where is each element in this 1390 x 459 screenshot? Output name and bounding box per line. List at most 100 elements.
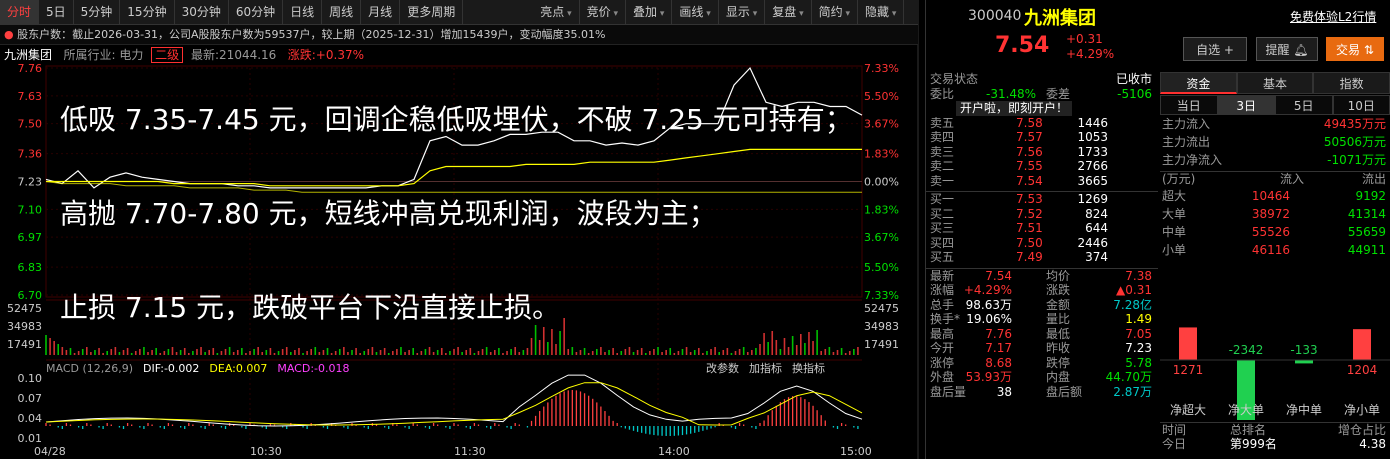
tool-menu-5[interactable]: 复盘 ▾ xyxy=(765,0,812,24)
ask-volume: 1733 xyxy=(1077,144,1108,159)
bid-price: 7.50 xyxy=(1016,235,1043,250)
ask-row: 卖四 7.57 1053 xyxy=(926,130,1158,145)
fund-row: 主力净流入 -1071万元 xyxy=(1160,153,1390,171)
main-out-value: 50506万元 xyxy=(1323,135,1386,149)
bid-volume: 1269 xyxy=(1077,192,1108,206)
stat-value: 19.06% xyxy=(966,312,1012,326)
price-tick-left: 6.83 xyxy=(18,261,43,274)
trade-button[interactable]: 交易 ⇅ xyxy=(1326,37,1384,61)
tool-menu-1[interactable]: 竞价 ▾ xyxy=(580,0,627,24)
stat-label: 均价 xyxy=(1046,268,1071,283)
time-col-label: 时间 xyxy=(1162,423,1187,437)
time-tick: 10:30 xyxy=(250,445,282,458)
period-tab-0[interactable]: 分时 xyxy=(0,0,40,24)
info-tab-0[interactable]: 资金 xyxy=(1160,72,1237,94)
chevron-down-icon: ▾ xyxy=(842,9,851,19)
chevron-down-icon: ▾ xyxy=(610,9,619,19)
notice-bar[interactable]: ● 股东户数：截止2026-03-31，公司A股股东户数为59537户，较上期（… xyxy=(0,25,918,45)
add-indicator-button[interactable]: 加指标 xyxy=(749,360,782,378)
alert-button[interactable]: 提醒 🔔︎ xyxy=(1256,37,1318,61)
day-tab-2[interactable]: 5日 xyxy=(1275,95,1333,115)
stat-value: 7.17 xyxy=(985,341,1012,355)
period-tab-3[interactable]: 15分钟 xyxy=(120,0,175,24)
net-flow-value: 1204 xyxy=(1347,363,1378,377)
tool-menu-4[interactable]: 显示 ▾ xyxy=(719,0,766,24)
ask-label: 卖四 xyxy=(930,130,955,144)
price-tick-left: 7.36 xyxy=(18,148,43,161)
chevron-down-icon: ▾ xyxy=(703,9,711,19)
level-badge[interactable]: 二级 xyxy=(151,47,184,63)
diff-label: 委差 xyxy=(1046,86,1071,101)
period-tab-1[interactable]: 5日 xyxy=(39,0,74,24)
swap-arrows-icon: ⇅ xyxy=(1363,43,1374,57)
net-flow-label: 净小单 xyxy=(1344,403,1380,417)
ask-price: 7.54 xyxy=(1016,173,1043,188)
chevron-down-icon: ▾ xyxy=(749,9,758,19)
inflow-value: 38972 xyxy=(1251,207,1290,221)
macd-tick: 0.04 xyxy=(18,412,43,425)
day-tab-0[interactable]: 当日 xyxy=(1160,95,1218,115)
net-flow-bar xyxy=(1179,327,1197,360)
time-tick: 14:00 xyxy=(658,445,690,458)
change-percent: +4.29% xyxy=(1066,47,1115,61)
ask-row: 卖五 7.58 1446 xyxy=(926,116,1158,131)
pct-tick-right: 5.50% xyxy=(864,261,899,274)
bid-row: 买四 7.50 2446 xyxy=(926,236,1158,251)
rank-value: 第999名 xyxy=(1230,436,1277,451)
fund-row: 主力流出 50506万元 xyxy=(1160,135,1390,153)
period-tab-7[interactable]: 周线 xyxy=(322,0,362,24)
tool-menu-label: 叠加 xyxy=(633,5,658,19)
edit-params-button[interactable]: 改参数 xyxy=(706,360,739,378)
period-tab-6[interactable]: 日线 xyxy=(283,0,323,24)
fund-bottom-row: 今日 第999名 4.38 xyxy=(1160,437,1390,452)
day-tab-3[interactable]: 10日 xyxy=(1332,95,1390,115)
ratio-value: -31.48% xyxy=(986,86,1037,101)
net-flow-label: 净大单 xyxy=(1228,403,1264,417)
tool-menu-label: 隐藏 xyxy=(865,5,890,19)
fund-bottom-header: 时间 总排名 增仓占比 xyxy=(1160,422,1390,437)
info-tab-1[interactable]: 基本 xyxy=(1236,72,1314,94)
overlay-line-buy: 低吸 7.35-7.45 元，回调企稳低吸埋伏，不破 7.25 元可持有； xyxy=(60,103,853,136)
volume-tick-left: 52475 xyxy=(7,302,42,315)
net-flow-bar xyxy=(1295,360,1313,364)
open-account-promo[interactable]: 开户啦，即刻开户！ xyxy=(956,101,1073,116)
time-tick: 15:00 xyxy=(840,445,872,458)
pct-tick-right: 3.67% xyxy=(864,231,899,244)
pct-tick-right: 7.33% xyxy=(864,62,899,75)
volume-tick-left: 17491 xyxy=(7,338,42,351)
ratio-col-label: 增仓占比 xyxy=(1337,423,1386,437)
tool-menu-2[interactable]: 叠加 ▾ xyxy=(626,0,673,24)
period-tab-8[interactable]: 月线 xyxy=(361,0,401,24)
period-tab-4[interactable]: 30分钟 xyxy=(175,0,229,24)
period-tab-5[interactable]: 60分钟 xyxy=(229,0,284,24)
stat-label: 今开 xyxy=(930,341,955,355)
price-tick-left: 7.23 xyxy=(18,176,43,189)
ask-label: 卖二 xyxy=(930,159,955,173)
info-tab-2[interactable]: 指数 xyxy=(1313,72,1390,94)
macd-tick: 0.01 xyxy=(18,432,43,445)
tool-menu-0[interactable]: 亮点 ▾ xyxy=(533,0,580,24)
status-row: 交易状态 已收市 xyxy=(926,72,1158,87)
fund-row: 主力流入 49435万元 xyxy=(1160,117,1390,135)
stat-value: 7.05 xyxy=(1125,326,1152,341)
day-tab-1[interactable]: 3日 xyxy=(1217,95,1275,115)
period-tab-9[interactable]: 更多周期 xyxy=(400,0,464,24)
l2-trial-link[interactable]: 免费体验L2行情 xyxy=(1290,8,1376,25)
today-label: 今日 xyxy=(1162,436,1187,451)
add-watchlist-button[interactable]: 自选 + xyxy=(1183,37,1247,61)
index-change: 涨跌:+0.37% xyxy=(287,48,364,62)
status-label: 交易状态 xyxy=(930,72,979,86)
fund-flow-panel: 主力流入 49435万元 主力流出 50506万元 主力净流入 -1071万元 (万元) 流入… xyxy=(1160,117,1390,261)
period-tab-2[interactable]: 5分钟 xyxy=(74,0,121,24)
tool-menu-7[interactable]: 隐藏 ▾ xyxy=(858,0,905,24)
order-size-label: 超大 xyxy=(1162,189,1187,203)
bid-volume: 2446 xyxy=(1077,235,1108,250)
stat-value: 7.38 xyxy=(1125,268,1152,283)
net-flow-value: -133 xyxy=(1290,343,1317,357)
tool-menu-6[interactable]: 简约 ▾ xyxy=(812,0,859,24)
tool-menu-3[interactable]: 画线 ▾ xyxy=(672,0,719,24)
ask-label: 卖一 xyxy=(930,173,955,188)
stat-value: 53.93万 xyxy=(965,370,1012,384)
macd-tick: 0.10 xyxy=(18,372,43,385)
switch-indicator-button[interactable]: 换指标 xyxy=(792,360,825,378)
